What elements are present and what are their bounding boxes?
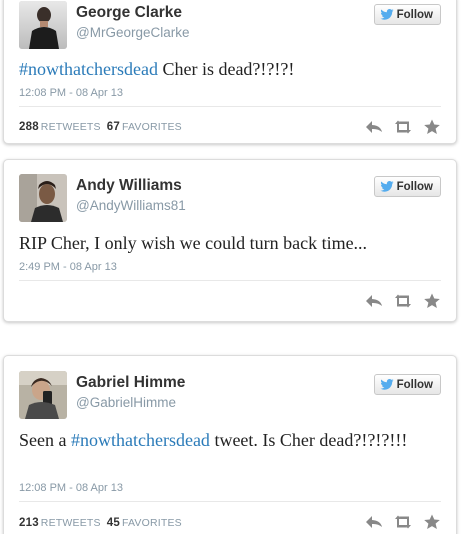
follow-button[interactable]: Follow — [373, 374, 441, 395]
reply-icon[interactable] — [365, 514, 383, 530]
avatar[interactable] — [19, 174, 67, 222]
tweet-text-body: Seen a — [19, 430, 71, 450]
tweet-actions — [365, 514, 441, 530]
user-name[interactable]: Gabriel Himme — [76, 374, 185, 392]
divider — [19, 501, 441, 502]
tweet-text: Seen a #nowthatchersdead tweet. Is Cher … — [19, 428, 442, 452]
user-handle[interactable]: @GabrielHimme — [76, 395, 176, 410]
hashtag-link[interactable]: #nowthatchersdead — [19, 59, 158, 79]
user-handle[interactable]: @AndyWilliams81 — [76, 198, 186, 213]
divider — [19, 280, 441, 281]
retweet-label: RETWEETS — [40, 517, 101, 529]
follow-label: Follow — [396, 378, 433, 391]
hashtag-link[interactable]: #nowthatchersdead — [71, 430, 210, 450]
retweet-icon[interactable] — [394, 514, 412, 530]
star-icon[interactable] — [423, 514, 441, 530]
favorite-count[interactable]: 67 — [107, 121, 120, 133]
avatar-image — [19, 1, 67, 49]
favorite-label: FAVORITES — [121, 517, 182, 529]
reply-icon[interactable] — [365, 119, 383, 135]
star-icon[interactable] — [423, 293, 441, 309]
tweet-actions — [365, 293, 441, 309]
reply-icon[interactable] — [365, 293, 383, 309]
avatar[interactable] — [19, 1, 67, 49]
tweet-card-gabriel-himme: Gabriel Himme @GabrielHimme Follow Seen … — [3, 355, 457, 534]
tweet-text-body: tweet. Is Cher dead?!?!?!!! — [209, 430, 408, 450]
divider — [19, 106, 441, 107]
tweet-actions — [365, 119, 441, 135]
tweet-text-body: Cher is dead?!?!?! — [157, 59, 295, 79]
tweet-card-andy-williams: Andy Williams @AndyWilliams81 Follow RIP… — [3, 159, 457, 322]
tweet-text-body: RIP Cher, I only wish we could turn back… — [19, 233, 368, 253]
user-name[interactable]: Andy Williams — [76, 177, 182, 195]
avatar-image — [19, 371, 67, 419]
retweet-label: RETWEETS — [40, 121, 101, 133]
tweet-timestamp[interactable]: 12:08 PM - 08 Apr 13 — [19, 482, 123, 494]
tweet-timestamp[interactable]: 12:08 PM - 08 Apr 13 — [19, 87, 123, 99]
star-icon[interactable] — [423, 119, 441, 135]
favorite-label: FAVORITES — [121, 121, 182, 133]
tweet-text: RIP Cher, I only wish we could turn back… — [19, 231, 442, 255]
favorite-count[interactable]: 45 — [107, 517, 120, 529]
avatar-image — [19, 174, 67, 222]
twitter-bird-icon — [379, 379, 394, 390]
tweet-stats: 288 RETWEETS 67 FAVORITES — [19, 121, 182, 133]
avatar[interactable] — [19, 371, 67, 419]
user-name[interactable]: George Clarke — [76, 4, 182, 22]
follow-button[interactable]: Follow — [373, 176, 441, 197]
retweet-icon[interactable] — [394, 293, 412, 309]
tweet-timestamp[interactable]: 2:49 PM - 08 Apr 13 — [19, 261, 117, 273]
twitter-bird-icon — [379, 9, 394, 20]
follow-label: Follow — [396, 180, 433, 193]
tweet-card-george-clarke: George Clarke @MrGeorgeClarke Follow #no… — [3, 0, 457, 144]
user-handle[interactable]: @MrGeorgeClarke — [76, 25, 189, 40]
twitter-bird-icon — [379, 181, 394, 192]
follow-label: Follow — [396, 8, 433, 21]
follow-button[interactable]: Follow — [373, 4, 441, 25]
tweet-stats: 213 RETWEETS 45 FAVORITES — [19, 517, 182, 529]
tweet-text: #nowthatchersdead Cher is dead?!?!?! — [19, 57, 442, 81]
retweet-icon[interactable] — [394, 119, 412, 135]
retweet-count[interactable]: 213 — [19, 517, 39, 529]
retweet-count[interactable]: 288 — [19, 121, 39, 133]
